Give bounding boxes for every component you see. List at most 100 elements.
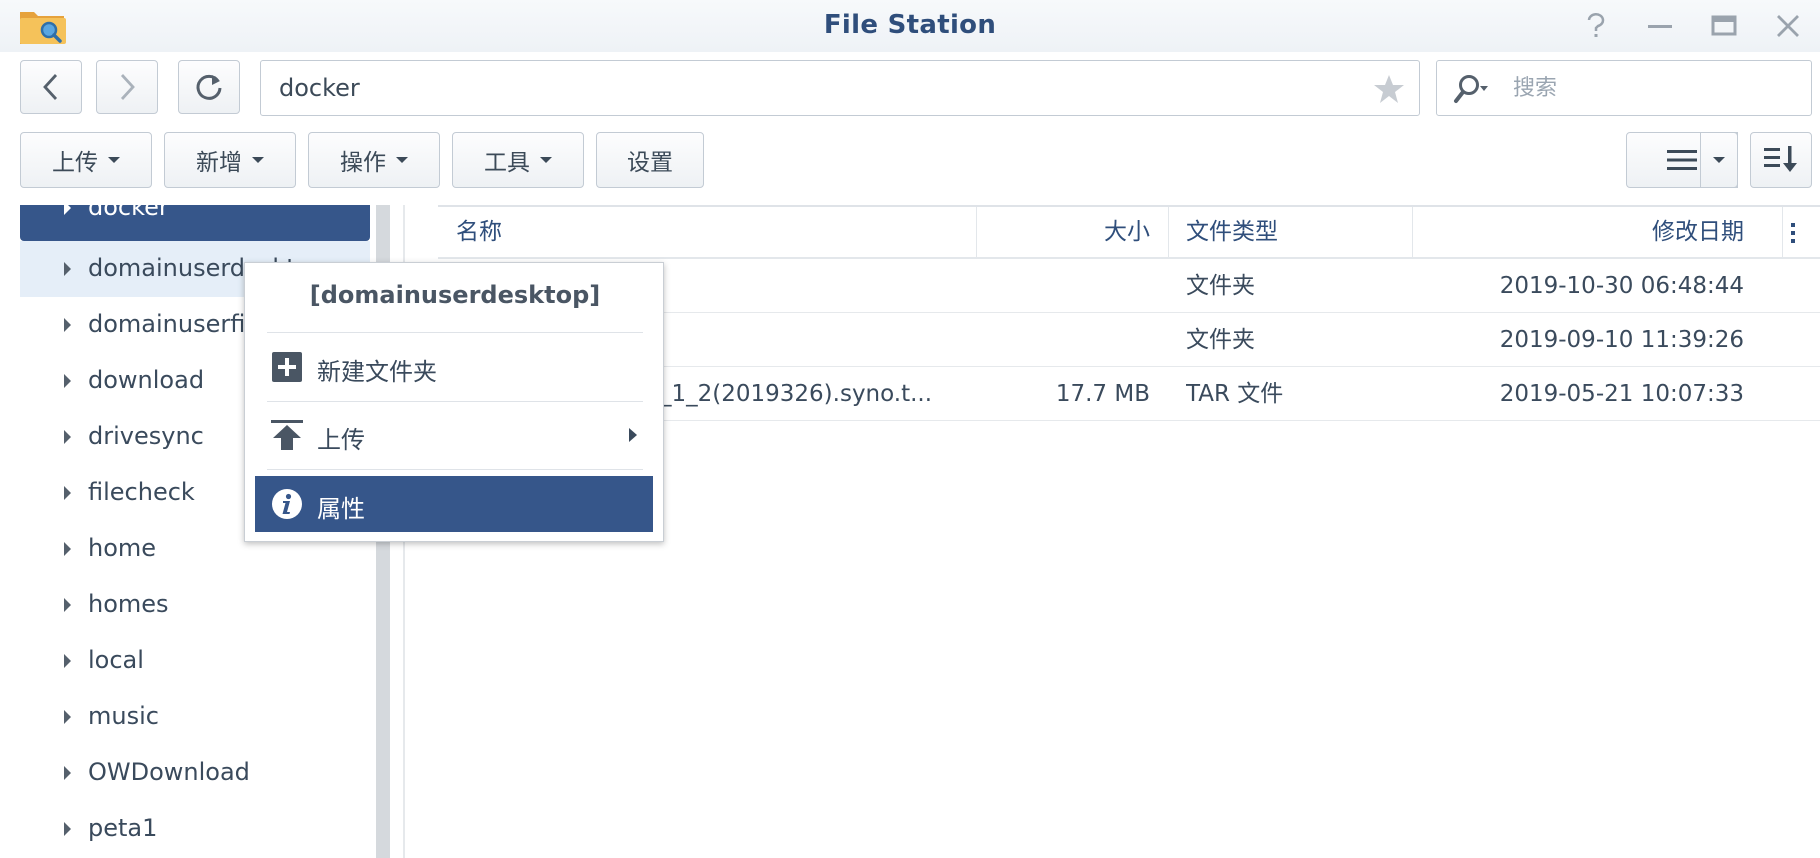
column-header-type[interactable]: 文件类型 (1186, 207, 1406, 259)
current-path: docker (279, 74, 360, 102)
file-modified: 2019-05-21 10:07:33 (1499, 381, 1744, 407)
tree-item-label: drivesync (88, 422, 204, 450)
tree-item-label: local (88, 646, 144, 674)
caret-down-icon (1713, 157, 1725, 163)
caret-down-icon (540, 157, 552, 163)
tools-button-label: 工具 (484, 150, 530, 176)
search-box[interactable] (1436, 60, 1812, 116)
caret-down-icon (252, 157, 264, 163)
title-bar: File Station (0, 0, 1820, 52)
context-menu-title: [domainuserdesktop] (309, 281, 601, 309)
expand-arrow-icon[interactable] (64, 486, 71, 500)
expand-arrow-icon[interactable] (64, 374, 71, 388)
expand-arrow-icon[interactable] (64, 654, 71, 668)
file-size: 17.7 MB (1055, 381, 1150, 407)
tools-button[interactable]: 工具 (452, 132, 584, 188)
file-type: TAR 文件 (1186, 381, 1284, 407)
column-header-name[interactable]: 名称 (456, 207, 956, 259)
menu-divider (267, 401, 643, 402)
tree-item-peta1[interactable]: peta1 (20, 801, 370, 857)
star-icon[interactable] (1373, 73, 1405, 105)
path-bar[interactable]: docker (260, 60, 1420, 116)
column-divider (1782, 207, 1783, 259)
close-icon[interactable] (1766, 8, 1810, 44)
upload-icon (271, 419, 303, 451)
menu-item-label: 新建文件夹 (317, 358, 437, 386)
table-header: 名称 大小 文件类型 修改日期 (438, 205, 1820, 259)
list-view-icon (1667, 150, 1697, 170)
create-button-label: 新增 (196, 150, 242, 176)
forward-button[interactable] (96, 60, 158, 114)
tree-item-label: domainuserfi (88, 310, 246, 338)
refresh-button[interactable] (178, 60, 240, 114)
settings-button[interactable]: 设置 (596, 132, 704, 188)
action-button-label: 操作 (340, 150, 386, 176)
tree-item-label: peta1 (88, 814, 158, 842)
column-divider (1168, 207, 1169, 259)
search-input[interactable] (1513, 73, 1793, 103)
settings-button-label: 设置 (627, 150, 673, 176)
column-menu-button[interactable] (1790, 207, 1810, 259)
new-folder-icon (271, 351, 303, 383)
expand-arrow-icon[interactable] (64, 430, 71, 444)
tree-item-local[interactable]: local (20, 633, 370, 689)
column-divider (976, 207, 977, 259)
column-header-size[interactable]: 大小 (978, 207, 1150, 259)
sort-button[interactable] (1750, 132, 1812, 188)
caret-down-icon (396, 157, 408, 163)
window-title: File Station (823, 10, 997, 40)
expand-arrow-icon[interactable] (64, 710, 71, 724)
menu-item-new-folder[interactable]: 新建文件夹 (255, 339, 653, 395)
back-button[interactable] (20, 60, 82, 114)
tree-item-label: OWDownload (88, 758, 250, 786)
submenu-arrow-icon (629, 428, 637, 442)
file-modified: 2019-09-10 11:39:26 (1499, 327, 1744, 353)
expand-arrow-icon[interactable] (64, 542, 71, 556)
menu-item-label: 属性 (317, 495, 365, 523)
tree-item-homes[interactable]: homes (20, 577, 370, 633)
minimize-icon[interactable] (1638, 8, 1682, 44)
tree-item-owdownload[interactable]: OWDownload (20, 745, 370, 801)
maximize-icon[interactable] (1702, 8, 1746, 44)
info-icon (271, 488, 303, 520)
context-menu: [domainuserdesktop] 新建文件夹 上传 属性 (244, 262, 664, 542)
expand-arrow-icon[interactable] (64, 262, 71, 276)
menu-item-label: 上传 (317, 426, 365, 454)
menu-divider (267, 469, 643, 470)
file-modified: 2019-10-30 06:48:44 (1499, 273, 1744, 299)
file-size (978, 313, 1150, 367)
menu-item-properties[interactable]: 属性 (255, 476, 653, 532)
menu-divider (267, 332, 643, 333)
column-divider (1412, 207, 1413, 259)
help-icon[interactable] (1574, 8, 1618, 44)
menu-item-upload[interactable]: 上传 (255, 407, 653, 463)
tree-item-label: home (88, 534, 157, 562)
file-type: 文件夹 (1186, 273, 1255, 299)
caret-down-icon (108, 157, 120, 163)
file-type: 文件夹 (1186, 327, 1255, 353)
tree-item-label: download (88, 366, 205, 394)
sort-icon (1764, 146, 1797, 172)
tree-item-docker[interactable]: docker (20, 205, 370, 241)
search-icon[interactable] (1453, 74, 1489, 104)
tree-item-label: docker (88, 205, 169, 221)
chevron-left-icon (43, 74, 58, 100)
upload-button[interactable]: 上传 (20, 132, 152, 188)
tree-item-label: filecheck (88, 478, 195, 506)
expand-arrow-icon[interactable] (64, 766, 71, 780)
chevron-right-icon (120, 74, 135, 100)
upload-button-label: 上传 (52, 150, 98, 176)
view-menu-button[interactable] (1700, 132, 1738, 188)
file-size (978, 259, 1150, 313)
expand-arrow-icon[interactable] (64, 318, 71, 332)
column-header-modified[interactable]: 修改日期 (1414, 207, 1744, 259)
action-button[interactable]: 操作 (308, 132, 440, 188)
create-button[interactable]: 新增 (164, 132, 296, 188)
expand-arrow-icon[interactable] (64, 598, 71, 612)
expand-arrow-icon[interactable] (64, 822, 71, 836)
expand-arrow-icon[interactable] (64, 205, 71, 215)
more-vertical-icon (1791, 223, 1795, 243)
tree-item-label: homes (88, 590, 169, 618)
tree-item-label: music (88, 702, 159, 730)
tree-item-music[interactable]: music (20, 689, 370, 745)
